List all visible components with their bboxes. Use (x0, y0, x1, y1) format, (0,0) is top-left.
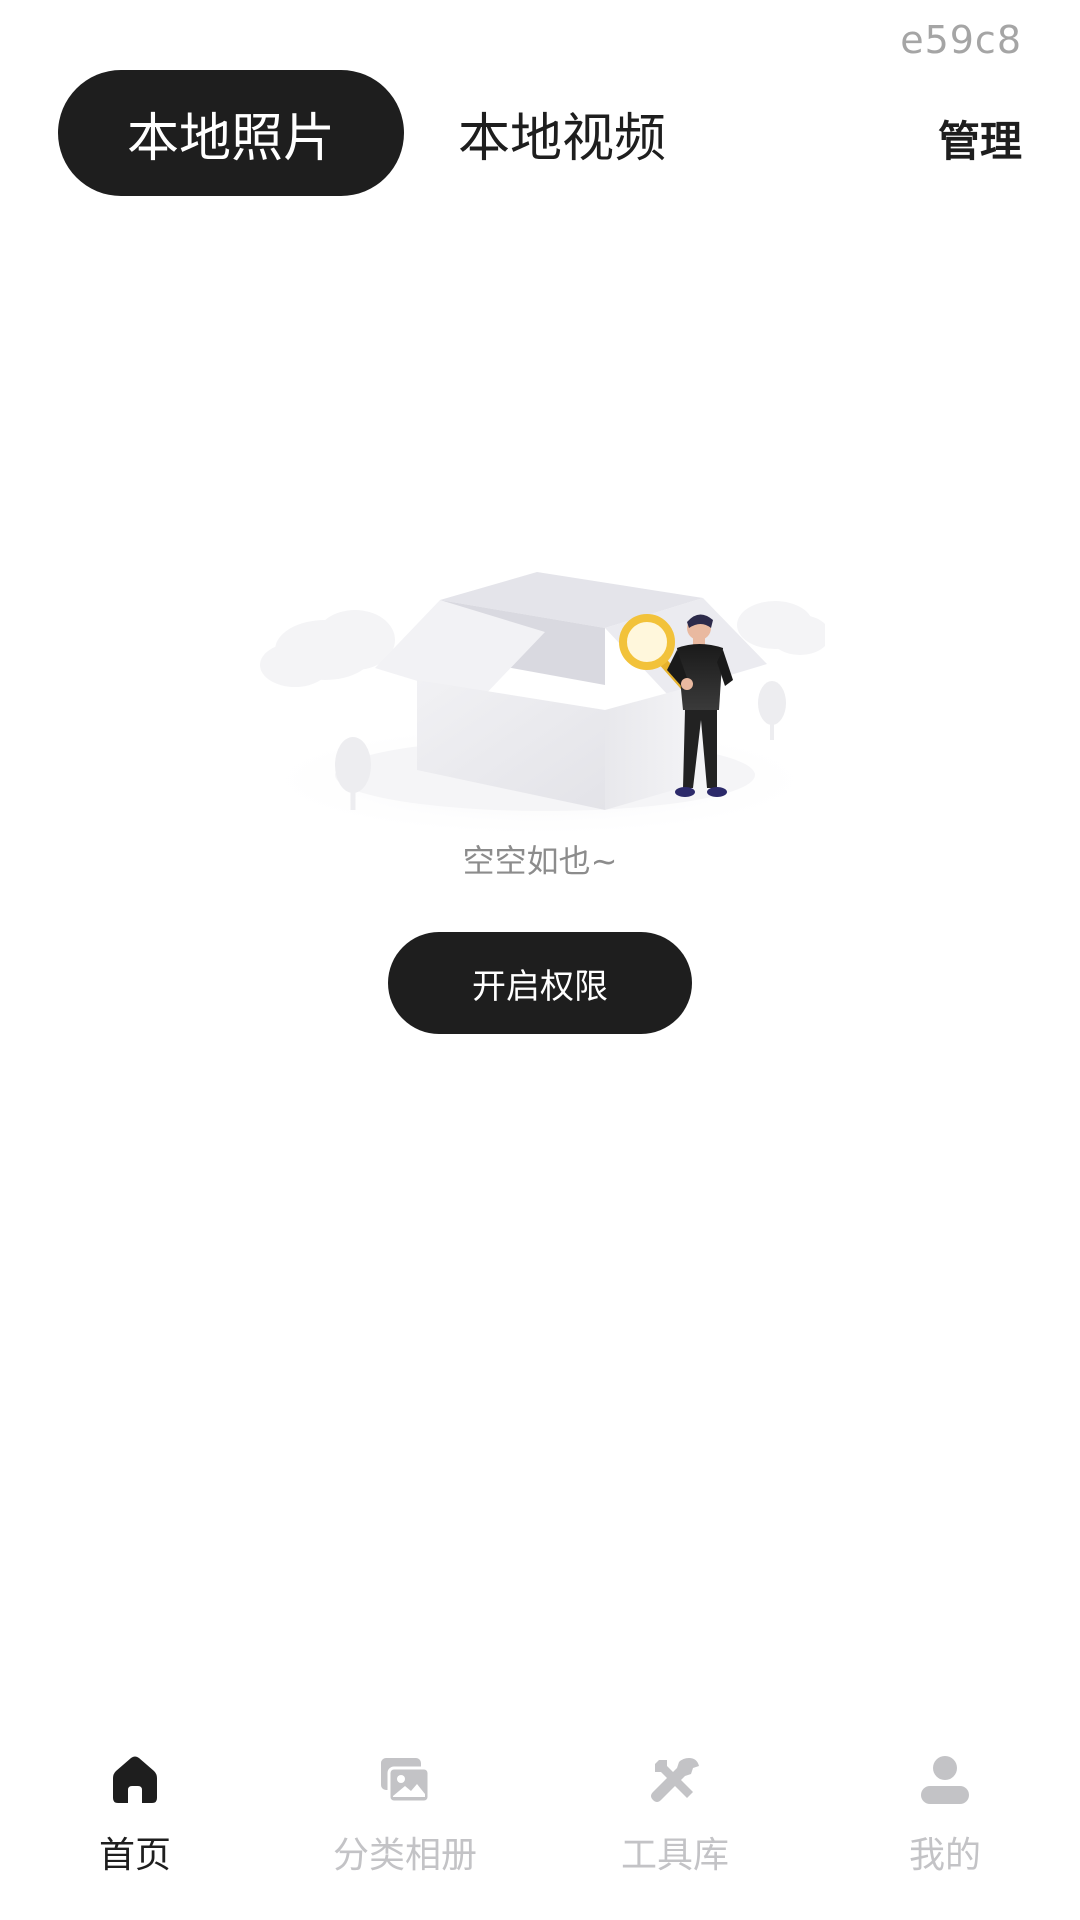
tab-local-photos[interactable]: 本地照片 (58, 70, 404, 196)
album-icon (381, 1758, 431, 1804)
nav-item-home[interactable]: 首页 (0, 1730, 270, 1920)
build-id-label: e59c8 (900, 18, 1022, 62)
empty-box-illustration (260, 572, 825, 835)
tab-local-videos[interactable]: 本地视频 (458, 70, 666, 196)
profile-icon (921, 1756, 969, 1804)
nav-item-profile[interactable]: 我的 (810, 1730, 1080, 1920)
manage-button[interactable]: 管理 (938, 70, 1022, 206)
bottom-navigation: 首页 分类相册 工具库 我的 (0, 1730, 1080, 1920)
home-screen: e59c8 本地照片 本地视频 管理 空空如也~ 开启权限 首页 分类相册 工具… (0, 0, 1080, 1920)
empty-state-message: 空空如也~ (462, 842, 618, 880)
nav-label-home: 首页 (98, 1835, 171, 1876)
nav-item-tools[interactable]: 工具库 (540, 1730, 810, 1920)
media-tab-bar: 本地照片 本地视频 管理 (58, 70, 1022, 196)
nav-label-profile: 我的 (908, 1835, 981, 1876)
nav-item-album[interactable]: 分类相册 (270, 1730, 540, 1920)
enable-permission-button[interactable]: 开启权限 (388, 932, 692, 1034)
nav-label-tools: 工具库 (620, 1835, 729, 1876)
nav-label-album: 分类相册 (332, 1835, 477, 1876)
home-icon (113, 1756, 157, 1803)
tools-icon (651, 1758, 699, 1802)
